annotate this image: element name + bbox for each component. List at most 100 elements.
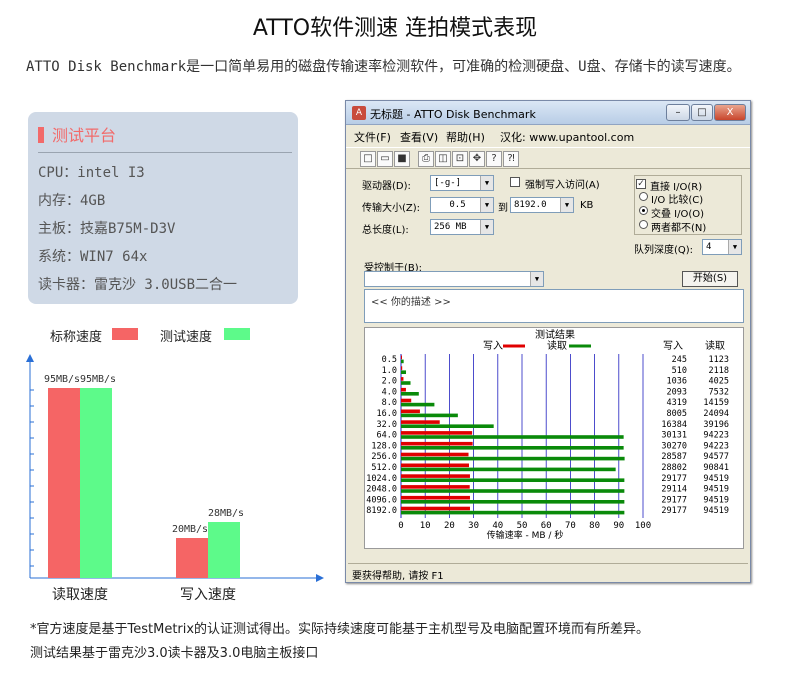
read-bar [401, 392, 419, 396]
x-tick-label: 90 [613, 521, 624, 531]
queue-depth-label: 队列深度(Q): [634, 245, 694, 256]
move-icon[interactable]: ✥ [469, 151, 485, 167]
toolbar: □ ▭ ■ ⎙ ◫ ⊡ ✥ ? ⁈ [346, 147, 750, 169]
print-preview-icon[interactable]: ◫ [435, 151, 451, 167]
row-label: 1.0 [382, 366, 397, 376]
x-tick-label: 50 [517, 521, 528, 531]
x-tick-label: 80 [589, 521, 600, 531]
write-value: 28587 [661, 452, 687, 462]
y-axis-arrow-icon [26, 354, 34, 362]
start-button[interactable]: 开始(S) [682, 271, 738, 287]
read-value: 7532 [709, 387, 729, 397]
write-value: 29177 [661, 506, 687, 516]
chevron-down-icon: ▼ [530, 272, 543, 286]
header-accent-bar [38, 127, 44, 143]
help-icon[interactable]: ? [486, 151, 502, 167]
queue-depth-select[interactable]: 4 ▼ [702, 239, 742, 255]
intro-text: ATTO Disk Benchmark是一口简单易用的磁盘传输速率检测软件，可准… [26, 59, 741, 75]
chevron-down-icon: ▼ [480, 220, 493, 234]
menu-view[interactable]: 查看(V) [400, 129, 438, 145]
row-label: 64.0 [377, 431, 397, 441]
write-bar [401, 387, 406, 392]
controlled-by-select[interactable]: ▼ [364, 271, 544, 287]
neither-label: 两者都不(N) [651, 223, 707, 234]
category-write-label: 写入速度 [180, 587, 236, 603]
legend-read-label: 读取 [547, 339, 567, 352]
zoom-icon[interactable]: ⊡ [452, 151, 468, 167]
close-button[interactable]: X [714, 104, 746, 121]
write-value: 30131 [661, 431, 687, 441]
sinicized-credit: 汉化: www.upantool.com [500, 131, 635, 144]
row-label: 128.0 [371, 441, 397, 451]
io-compare-radio[interactable] [639, 192, 648, 201]
read-value: 94519 [703, 506, 729, 516]
bar-label-0-0: 95MB/s [44, 374, 80, 385]
drive-select[interactable]: [-g-] ▼ [430, 175, 494, 191]
force-write-label: 强制写入访问(A) [525, 180, 600, 191]
maximize-button[interactable]: □ [691, 104, 713, 121]
print-icon[interactable]: ⎙ [418, 151, 434, 167]
transfer-size-label: 传输大小(Z): [362, 203, 421, 214]
x-tick-label: 70 [565, 521, 576, 531]
write-bar [401, 409, 420, 414]
minimize-button[interactable]: – [666, 104, 690, 121]
row-label: 1024.0 [366, 474, 397, 484]
menu-help[interactable]: 帮助(H) [446, 129, 485, 145]
write-bar [401, 398, 412, 403]
bar-label-0-1: 95MB/s [80, 374, 116, 385]
x-tick-label: 10 [420, 521, 431, 531]
spec-card-reader: 读卡器：雷克沙 3.0USB二合一 [38, 277, 238, 293]
col-read-header: 读取 [705, 339, 725, 352]
x-tick-label: 60 [541, 521, 552, 531]
row-label: 0.5 [382, 355, 397, 365]
chevron-down-icon: ▼ [480, 176, 493, 190]
speed-chart-svg: 95MB/s 20MB/s 95MB/s 28MB/s [26, 354, 324, 582]
write-bar [401, 463, 470, 468]
speed-comparison-chart: 标称速度 测试速度 95MB/s 20MB/s 95MB/s 28MB/s 读取速度 … [14, 320, 344, 610]
overlap-io-radio[interactable] [639, 206, 648, 215]
read-bar [401, 478, 625, 482]
menu-bar: 文件(F) 查看(V) 帮助(H) 汉化: www.upantool.com [346, 126, 750, 146]
io-mode-group: I/O 比较(C) 交叠 I/O(O) 两者都不(N) [634, 175, 742, 235]
write-bar [401, 420, 440, 424]
transfer-to-value: 8192.0 [514, 200, 547, 210]
results-chart-svg: 测试结果写入 读取 写入 读取 0 10 20 30 40 50 60 70 80 90 100 传输速率 -… [366, 328, 729, 541]
read-value: 94577 [703, 452, 729, 462]
x-tick-label: 0 [398, 521, 403, 531]
new-file-icon[interactable]: □ [360, 151, 376, 167]
read-bar [401, 370, 407, 374]
spec-memory: 内存：4GB [38, 193, 106, 209]
transfer-to-select[interactable]: 8192.0 ▼ [510, 197, 574, 213]
row-label: 8192.0 [366, 506, 397, 516]
transfer-from-value: 0.5 [449, 200, 466, 210]
read-bar [401, 489, 625, 493]
row-label: 4096.0 [366, 495, 397, 505]
write-value: 16384 [661, 420, 687, 430]
description-text: << 你的描述 >> [371, 297, 451, 308]
total-length-value: 256 MB [434, 222, 467, 232]
x-axis-label: 传输速率 - MB / 秒 [487, 529, 564, 541]
write-bar [401, 441, 473, 446]
read-value: 94519 [703, 495, 729, 505]
description-box[interactable]: << 你的描述 >> [364, 289, 744, 323]
chevron-down-icon: ▼ [728, 240, 741, 254]
menu-file[interactable]: 文件(F) [354, 129, 391, 145]
window-titlebar[interactable]: A 无标题 - ATTO Disk Benchmark – □ X [346, 101, 750, 125]
read-value: 94519 [703, 485, 729, 495]
io-compare-label: I/O 比较(C) [651, 195, 704, 206]
read-bar [401, 402, 435, 407]
spec-cpu: CPU：intel I3 [38, 165, 145, 181]
transfer-from-select[interactable]: 0.5 ▼ [430, 197, 494, 213]
chevron-down-icon: ▼ [480, 198, 493, 212]
save-icon[interactable]: ■ [394, 151, 410, 167]
force-write-checkbox[interactable] [510, 177, 520, 187]
neither-radio[interactable] [639, 220, 648, 229]
open-folder-icon[interactable]: ▭ [377, 151, 393, 167]
window-title: 无标题 - ATTO Disk Benchmark [370, 108, 536, 121]
read-value: 1123 [709, 355, 729, 365]
read-value: 4025 [709, 377, 729, 387]
x-tick-label: 20 [444, 521, 455, 531]
total-length-select[interactable]: 256 MB ▼ [430, 219, 494, 235]
write-value: 30270 [661, 441, 687, 451]
context-help-icon[interactable]: ⁈ [503, 151, 519, 167]
